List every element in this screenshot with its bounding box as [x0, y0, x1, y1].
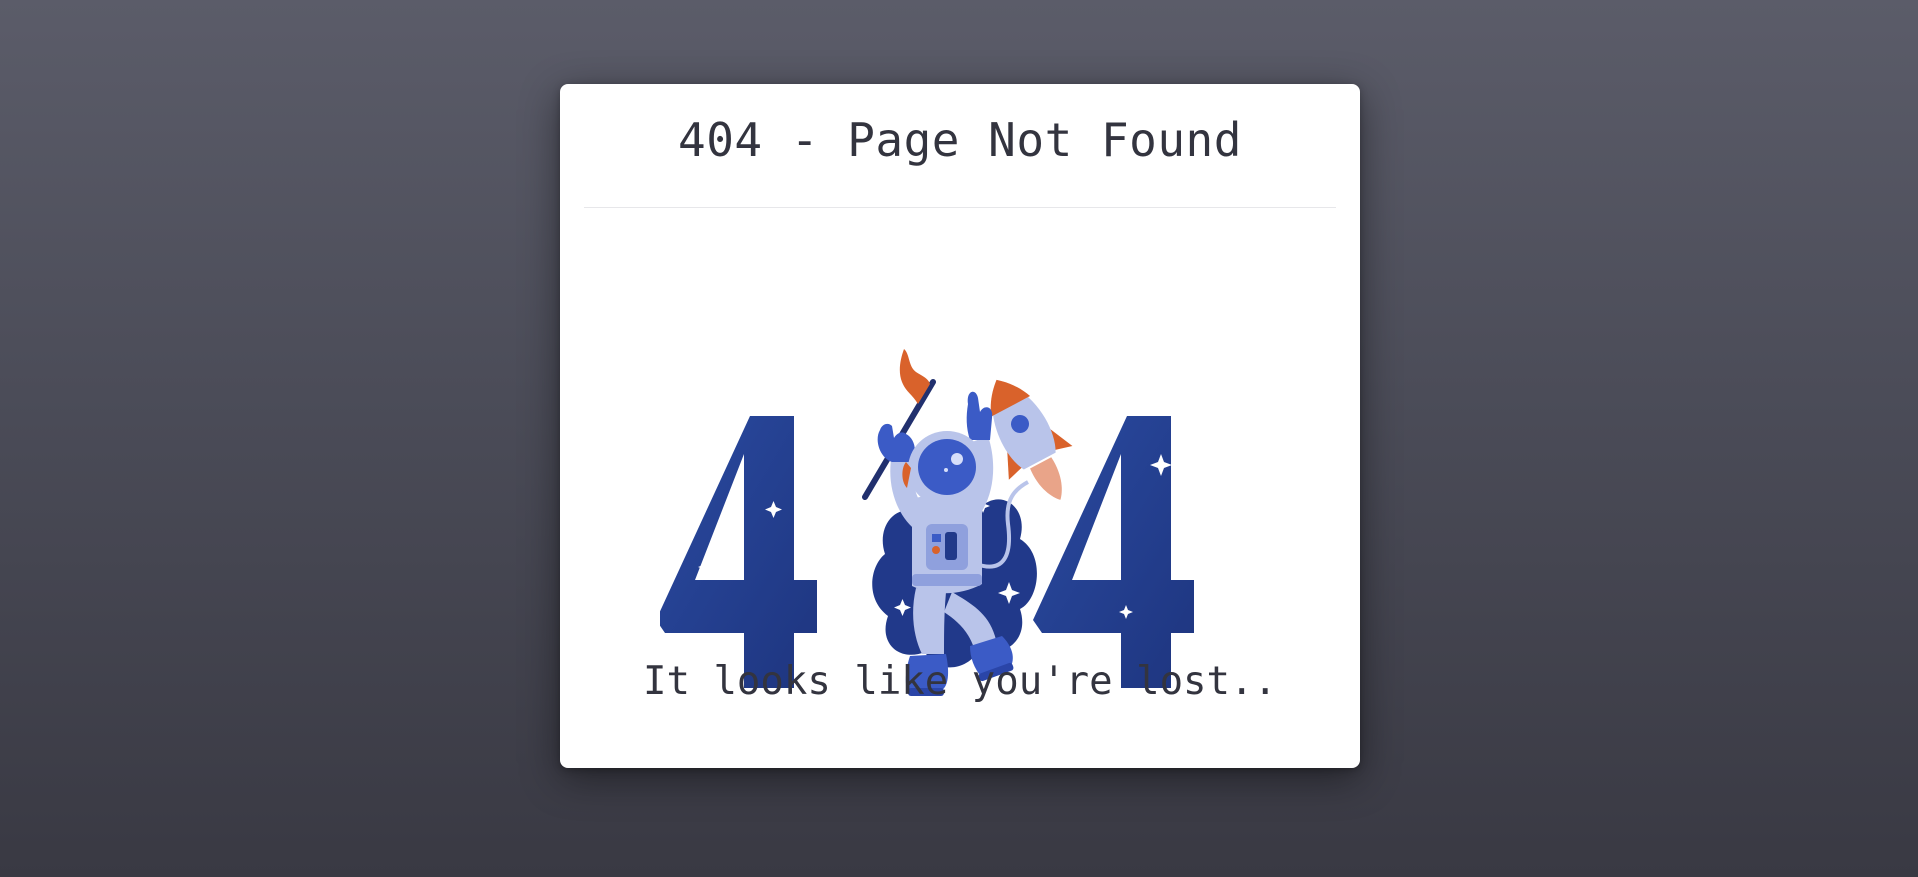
astronaut-404-illustration [656, 254, 1260, 714]
digit-four-right [1033, 416, 1194, 688]
not-found-card: 404 - Page Not Found It looks like you'r… [560, 84, 1360, 768]
title-divider [584, 207, 1336, 208]
digit-four-left [656, 416, 817, 688]
page-title: 404 - Page Not Found [678, 113, 1242, 167]
lost-message: It looks like you're lost.. [643, 659, 1277, 704]
